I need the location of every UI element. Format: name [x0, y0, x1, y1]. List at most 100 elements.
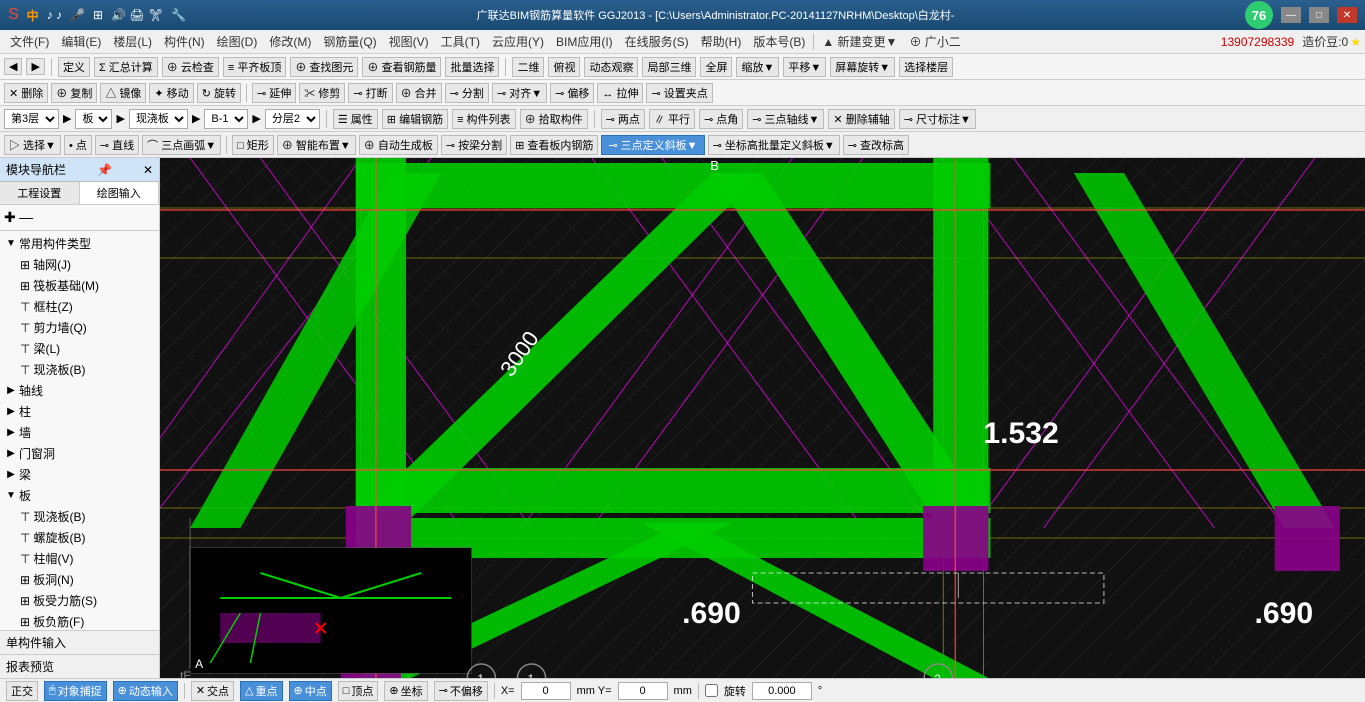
btn-select-tool[interactable]: ▷ 选择▼ [4, 135, 61, 155]
tree-raft-foundation[interactable]: ⊞ 筏板基础(M) [16, 275, 157, 296]
menu-cloud[interactable]: 云应用(Y) [486, 31, 550, 52]
menu-edit[interactable]: 编辑(E) [55, 31, 107, 52]
btn-point-angle[interactable]: ⊸ 点角 [699, 109, 743, 129]
status-no-offset[interactable]: ⊸ 不偏移 [434, 681, 488, 701]
btn-parallel[interactable]: ∥ 平行 [649, 109, 695, 129]
btn-two-points[interactable]: ⊸ 两点 [601, 109, 645, 129]
panel-pin-icon[interactable]: 📌 [97, 163, 112, 177]
tree-common-types[interactable]: ▼ 常用构件类型 [2, 233, 157, 254]
status-dynamic-input[interactable]: ⊕ 动态输入 [113, 681, 178, 701]
btn-nav-fwd[interactable]: ▶ [26, 58, 44, 75]
tree-axis-net[interactable]: ⊞ 轴网(J) [16, 254, 157, 275]
material-select[interactable]: 现浇板 [129, 109, 188, 129]
tree-wall[interactable]: ▶ 墙 [2, 422, 157, 443]
tree-door-window[interactable]: ▶ 门窗洞 [2, 443, 157, 464]
floor-select[interactable]: 第3层 [4, 109, 59, 129]
close-button[interactable]: ✕ [1337, 7, 1357, 23]
maximize-button[interactable]: □ [1309, 7, 1329, 23]
tree-beam[interactable]: ⊤ 梁(L) [16, 338, 157, 359]
menu-rebar[interactable]: 钢筋量(Q) [317, 31, 382, 52]
btn-copy[interactable]: ⊕ 复制 [51, 83, 97, 103]
tree-slab[interactable]: ▼ 板 [2, 485, 157, 506]
btn-rotate[interactable]: ↻ 旋转 [197, 83, 241, 103]
menu-component[interactable]: 构件(N) [158, 31, 211, 52]
menu-online[interactable]: 在线服务(S) [619, 31, 695, 52]
btn-screen-rotate[interactable]: 屏幕旋转▼ [830, 57, 895, 77]
btn-point-tool[interactable]: • 点 [64, 135, 92, 155]
btn-three-point-axis[interactable]: ⊸ 三点轴线▼ [747, 109, 824, 129]
btn-dimension[interactable]: ⊸ 尺寸标注▼ [899, 109, 976, 129]
status-vertex[interactable]: □ 顶点 [338, 681, 379, 701]
layer-select[interactable]: 分层2 [265, 109, 320, 129]
btn-property[interactable]: ☰ 属性 [333, 109, 378, 129]
tree-column[interactable]: ▶ 柱 [2, 401, 157, 422]
rotate-checkbox[interactable] [705, 684, 718, 697]
panel-close-icon[interactable]: ✕ [143, 163, 153, 177]
tab-project-settings[interactable]: 工程设置 [0, 182, 80, 204]
btn-fullscreen[interactable]: 全屏 [700, 57, 732, 77]
btn-dynamic[interactable]: 动态观察 [584, 57, 638, 77]
tree-col-cap[interactable]: ⊤ 柱帽(V) [16, 548, 157, 569]
btn-split-by-beam[interactable]: ⊸ 按梁分割 [441, 135, 507, 155]
btn-cloud-check[interactable]: ⊕ 云检查 [162, 57, 219, 77]
tree-slab-hole[interactable]: ⊞ 板洞(N) [16, 569, 157, 590]
btn-delete[interactable]: ✕ 删除 [4, 83, 48, 103]
menu-new-change[interactable]: ▲ 新建变更▼ [816, 31, 903, 52]
tab-draw-input[interactable]: 绘图输入 [80, 182, 160, 204]
btn-set-grip[interactable]: ⊸ 设置夹点 [646, 83, 712, 103]
menu-bim[interactable]: BIM应用(I) [550, 31, 619, 52]
menu-file[interactable]: 文件(F) [4, 31, 55, 52]
btn-select-floor[interactable]: 选择楼层 [899, 57, 953, 77]
btn-extend[interactable]: ⊸ 延伸 [252, 83, 296, 103]
btn-remove-node[interactable]: — [19, 209, 33, 225]
name-select[interactable]: B-1 [204, 109, 248, 129]
btn-view-rebar[interactable]: ⊕ 查看钢筋量 [362, 57, 441, 77]
btn-check-height[interactable]: ⊸ 查改标高 [843, 135, 909, 155]
btn-auto-gen[interactable]: ⊕ 自动生成板 [359, 135, 438, 155]
status-object-snap[interactable]: 🖱 对象捕捉 [44, 681, 107, 701]
btn-view-board-rebar[interactable]: ⊞ 查看板内钢筋 [510, 135, 598, 155]
tree-slab-tension[interactable]: ⊞ 板受力筋(S) [16, 590, 157, 611]
btn-move[interactable]: ✦ 移动 [149, 83, 193, 103]
btn-smart-place[interactable]: ⊕ 智能布置▼ [277, 135, 356, 155]
menu-guangxiao[interactable]: ⊕ 广小二 [903, 31, 966, 52]
btn-sum-calc[interactable]: Σ 汇总计算 [94, 57, 158, 77]
menu-draw[interactable]: 绘图(D) [211, 31, 264, 52]
btn-zoom[interactable]: 缩放▼ [736, 57, 779, 77]
status-intersection[interactable]: ✕ 交点 [191, 681, 234, 701]
btn-nav-back[interactable]: ◀ [4, 58, 22, 75]
btn-batch-select[interactable]: 批量选择 [445, 57, 499, 77]
tree-axis[interactable]: ▶ 轴线 [2, 380, 157, 401]
btn-delete-aux[interactable]: ✕ 删除辅轴 [828, 109, 894, 129]
btn-define[interactable]: 定义 [58, 57, 90, 77]
btn-split[interactable]: ⊸ 分割 [445, 83, 489, 103]
btn-find-elem[interactable]: ⊕ 查找图元 [290, 57, 358, 77]
btn-break[interactable]: ⊸ 打断 [348, 83, 392, 103]
btn-define-slope[interactable]: ⊸ 三点定义斜板▼ [601, 135, 704, 155]
menu-version[interactable]: 版本号(B) [747, 31, 811, 52]
minimize-button[interactable]: — [1281, 7, 1301, 23]
btn-2d[interactable]: 二维 [512, 57, 544, 77]
menu-tools[interactable]: 工具(T) [435, 31, 486, 52]
menu-floor[interactable]: 楼层(L) [107, 31, 158, 52]
btn-top-view[interactable]: 俯视 [548, 57, 580, 77]
btn-arc-tool[interactable]: ⌒ 三点画弧▼ [142, 135, 221, 155]
btn-batch-define-slope[interactable]: ⊸ 坐标高批量定义斜板▼ [708, 135, 840, 155]
btn-rect-tool[interactable]: □ 矩形 [232, 135, 274, 155]
tree-slab-neg[interactable]: ⊞ 板负筋(F) [16, 611, 157, 630]
btn-add-node[interactable]: ✚ [4, 209, 16, 226]
tree-beam-group[interactable]: ▶ 梁 [2, 464, 157, 485]
y-input[interactable] [618, 682, 668, 700]
tree-shear-wall[interactable]: ⊤ 剪力墙(Q) [16, 317, 157, 338]
tree-frame-col[interactable]: ⊤ 框柱(Z) [16, 296, 157, 317]
tree-spiral-slab[interactable]: ⊤ 螺旋板(B) [16, 527, 157, 548]
status-zhenjiao[interactable]: 正交 [6, 681, 38, 701]
btn-pan[interactable]: 平移▼ [783, 57, 826, 77]
tree-cast-slab[interactable]: ⊤ 现浇板(B) [16, 359, 157, 380]
menu-view[interactable]: 视图(V) [383, 31, 435, 52]
btn-line-tool[interactable]: ⊸ 直线 [95, 135, 139, 155]
btn-offset[interactable]: ⊸ 偏移 [550, 83, 594, 103]
canvas-area[interactable]: A 3000 1.532 .690 .690 B 1 1 2 tE [160, 158, 1365, 678]
status-midpoint[interactable]: △ 重点 [240, 681, 282, 701]
x-input[interactable] [521, 682, 571, 700]
